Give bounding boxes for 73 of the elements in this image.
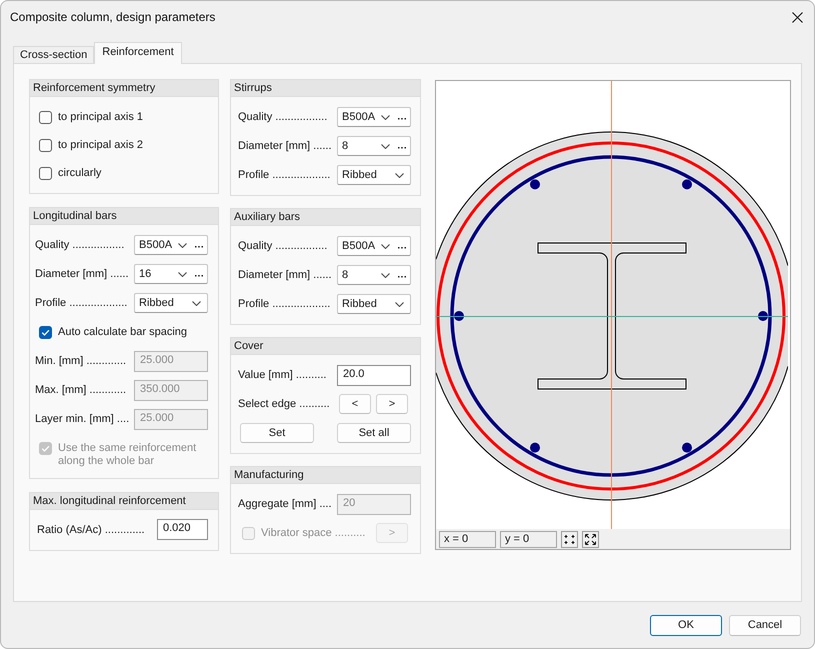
rebar-dot [454,311,464,321]
chevron-down-icon [381,114,390,120]
field-label: Layer min. [mm] .... [35,413,130,425]
group-header: Reinforcement symmetry [29,79,219,96]
field-label: Select edge .......... [238,398,331,410]
checkbox[interactable] [39,326,52,338]
field-label: Ratio (As/Ac) ............. [36,524,146,536]
field-label: Quality ................. [238,111,328,123]
field-label: Diameter [mm] ...... [238,269,333,281]
dropdown[interactable]: 8 [337,136,411,156]
checkbox-label: to principal axis 1 [58,110,143,124]
checkbox-label: circularly [58,166,102,180]
coordinate-field: x = 0 [439,530,496,548]
rebar-dot [682,442,692,453]
close-icon[interactable] [792,12,803,22]
chevron-down-icon [178,242,187,248]
checkbox-label: Vibrator space .......... [261,526,366,540]
dropdown[interactable]: 16 [134,264,208,284]
checkbox[interactable] [39,138,52,152]
input-field[interactable]: 20.0 [337,364,411,386]
chevron-down-icon [395,172,404,178]
tab[interactable]: Cross-section [13,46,94,63]
dropdown[interactable]: Ribbed [134,293,208,313]
field-label: Diameter [mm] ...... [238,140,333,152]
dropdown[interactable]: Ribbed [337,165,411,185]
dialog-button[interactable]: OK [650,614,722,636]
field-label: Min. [mm] ............. [35,355,128,367]
action-button[interactable]: > [376,394,408,414]
dropdown[interactable]: 8 [337,265,411,285]
rebar-dot [530,442,540,453]
checkbox-label: Auto calculate bar spacing [58,324,188,338]
checkbox-label: Use the same reinforcement along the whole bar [58,440,198,468]
action-button[interactable]: Set [240,423,314,443]
checkbox-label: to principal axis 2 [58,138,143,152]
chevron-down-icon [178,272,187,276]
field-label: Quality ................. [238,240,328,252]
dialog-button[interactable]: Cancel [729,614,801,636]
checkbox[interactable] [39,110,52,124]
corner-marks-icon[interactable] [561,530,578,548]
chevron-down-icon [381,144,390,148]
dropdown[interactable]: B500A [337,236,411,256]
chevron-down-icon [192,300,201,306]
action-button[interactable]: < [339,394,371,414]
field-label: Profile ................... [238,169,332,181]
field-label: Value [mm] .......... [238,369,328,381]
dropdown[interactable]: Ribbed [337,294,411,314]
input-field[interactable]: 0.020 [157,519,208,540]
field-label: Aggregate [mm] .... [238,498,333,510]
rebar-dot [758,311,768,321]
chevron-down-icon [395,302,404,306]
group-header: Longitudinal bars [29,207,219,224]
group-header: Manufacturing [230,466,421,483]
chevron-down-icon [381,244,390,248]
dropdown[interactable]: B500A [134,235,208,255]
checkbox[interactable] [39,166,52,180]
group-header: Max. longitudinal reinforcement [29,492,219,508]
field-label: Profile ................... [35,297,128,309]
group-header: Auxiliary bars [230,208,421,225]
rebar-dot [682,179,692,190]
field-label: Quality ................. [35,239,126,251]
rebar-dot [530,179,540,190]
window-title: Composite column, design parameters [10,10,216,24]
group-header: Stirrups [230,79,421,96]
expand-arrows-icon[interactable] [582,530,599,548]
dropdown[interactable]: B500A [337,107,411,127]
coordinate-field: y = 0 [500,530,557,548]
field-label: Diameter [mm] ...... [35,268,130,280]
group-header: Cover [230,337,421,354]
field-label: Profile ................... [238,298,332,310]
action-button[interactable]: Set all [337,423,411,443]
tab[interactable]: Reinforcement [94,42,182,64]
chevron-down-icon [381,272,390,278]
field-label: Max. [mm] ............ [35,384,128,396]
